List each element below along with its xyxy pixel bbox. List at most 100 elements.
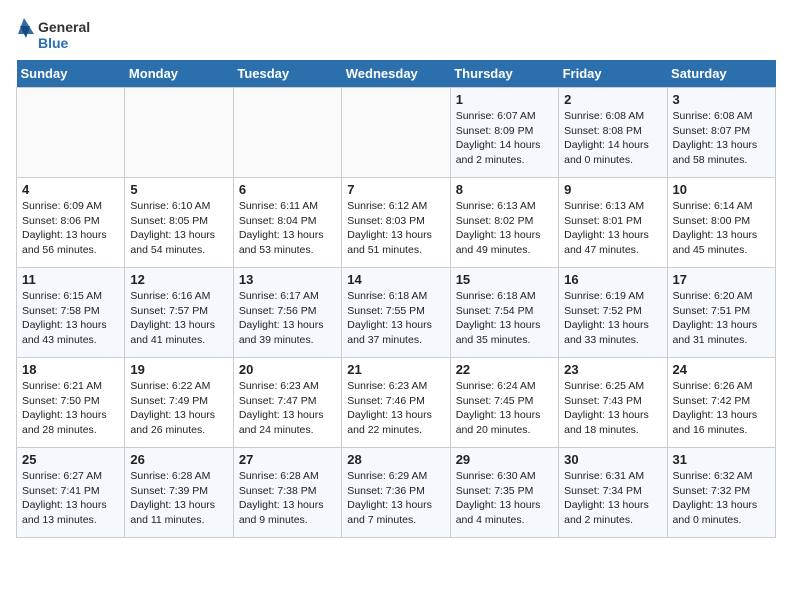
calendar-week-3: 11Sunrise: 6:15 AMSunset: 7:58 PMDayligh… [17, 268, 776, 358]
day-number: 26 [130, 452, 227, 467]
cell-line: Sunrise: 6:08 AM [673, 110, 753, 122]
day-number: 13 [239, 272, 336, 287]
cell-content: Sunrise: 6:16 AMSunset: 7:57 PMDaylight:… [130, 289, 227, 348]
cell-line: Daylight: 13 hours [130, 229, 215, 241]
calendar-cell: 8Sunrise: 6:13 AMSunset: 8:02 PMDaylight… [450, 178, 558, 268]
cell-line: Daylight: 13 hours [239, 319, 324, 331]
cell-line: Daylight: 13 hours [456, 409, 541, 421]
cell-line: Sunset: 7:55 PM [347, 305, 425, 317]
calendar-cell: 1 Sunrise: 6:07 AMSunset: 8:09 PMDaylight… [450, 88, 558, 178]
cell-content: Sunrise: 6:28 AMSunset: 7:39 PMDaylight:… [130, 469, 227, 528]
day-number: 10 [673, 182, 770, 197]
cell-line: Sunrise: 6:22 AM [130, 380, 210, 392]
day-number: 4 [22, 182, 119, 197]
cell-line: Sunrise: 6:18 AM [456, 290, 536, 302]
cell-line: Daylight: 13 hours [564, 229, 649, 241]
calendar-cell: 20Sunrise: 6:23 AMSunset: 7:47 PMDayligh… [233, 358, 341, 448]
calendar-cell [17, 88, 125, 178]
calendar-cell: 5Sunrise: 6:10 AMSunset: 8:05 PMDaylight… [125, 178, 233, 268]
cell-line: and 39 minutes. [239, 334, 314, 346]
calendar-cell: 16Sunrise: 6:19 AMSunset: 7:52 PMDayligh… [559, 268, 667, 358]
cell-line: Daylight: 13 hours [239, 409, 324, 421]
cell-line: Daylight: 13 hours [673, 499, 758, 511]
cell-line: Sunrise: 6:11 AM [239, 200, 318, 212]
cell-line: and 45 minutes. [673, 244, 748, 256]
cell-line: Daylight: 13 hours [22, 319, 107, 331]
cell-line: Sunrise: 6:16 AM [130, 290, 210, 302]
cell-content: Sunrise: 6:15 AMSunset: 7:58 PMDaylight:… [22, 289, 119, 348]
calendar-cell: 30Sunrise: 6:31 AMSunset: 7:34 PMDayligh… [559, 448, 667, 538]
calendar-cell: 2Sunrise: 6:08 AMSunset: 8:08 PMDaylight… [559, 88, 667, 178]
cell-content: Sunrise: 6:31 AMSunset: 7:34 PMDaylight:… [564, 469, 661, 528]
cell-line: Sunrise: 6:14 AM [673, 200, 753, 212]
day-number: 22 [456, 362, 553, 377]
cell-line: Sunset: 8:07 PM [673, 125, 751, 137]
cell-line: Daylight: 13 hours [564, 409, 649, 421]
calendar-cell: 6Sunrise: 6:11 AMSunset: 8:04 PMDaylight… [233, 178, 341, 268]
calendar-cell: 9 Sunrise: 6:13 AMSunset: 8:01 PMDaylight… [559, 178, 667, 268]
calendar-week-1: 1 Sunrise: 6:07 AMSunset: 8:09 PMDaylight… [17, 88, 776, 178]
calendar-cell: 7Sunrise: 6:12 AMSunset: 8:03 PMDaylight… [342, 178, 450, 268]
cell-line: Sunrise: 6:31 AM [564, 470, 644, 482]
calendar-cell: 10 Sunrise: 6:14 AMSunset: 8:00 PMDayligh… [667, 178, 775, 268]
cell-line: Sunrise: 6:13 AM [456, 200, 536, 212]
cell-line: and 53 minutes. [239, 244, 314, 256]
cell-line: Sunrise: 6:09 AM [22, 200, 102, 212]
cell-line: Daylight: 13 hours [22, 409, 107, 421]
cell-content: Sunrise: 6:18 AMSunset: 7:55 PMDaylight:… [347, 289, 444, 348]
day-number: 20 [239, 362, 336, 377]
day-number: 9 [564, 182, 661, 197]
cell-line: Sunset: 8:02 PM [456, 215, 534, 227]
cell-line: Sunrise: 6:18 AM [347, 290, 427, 302]
weekday-header-row: SundayMondayTuesdayWednesdayThursdayFrid… [17, 60, 776, 88]
cell-line: Daylight: 13 hours [673, 229, 758, 241]
cell-content: Sunrise: 6:14 AMSunset: 8:00 PMDaylight:… [673, 199, 770, 258]
day-number: 29 [456, 452, 553, 467]
cell-line: Sunset: 7:39 PM [130, 485, 208, 497]
calendar-body: 1 Sunrise: 6:07 AMSunset: 8:09 PMDaylight… [17, 88, 776, 538]
cell-line: and 2 minutes. [564, 514, 633, 526]
cell-line: Daylight: 13 hours [22, 499, 107, 511]
cell-line: Sunset: 8:04 PM [239, 215, 317, 227]
cell-line: Sunset: 7:43 PM [564, 395, 642, 407]
day-number: 24 [673, 362, 770, 377]
day-number: 1 [456, 92, 553, 107]
cell-line: Sunset: 7:38 PM [239, 485, 317, 497]
cell-line: Daylight: 13 hours [456, 229, 541, 241]
cell-line: Daylight: 13 hours [239, 229, 324, 241]
cell-line: Daylight: 13 hours [130, 409, 215, 421]
cell-content: Sunrise: 6:13 AMSunset: 8:01 PMDaylight:… [564, 199, 661, 258]
calendar-cell: 28Sunrise: 6:29 AMSunset: 7:36 PMDayligh… [342, 448, 450, 538]
cell-line: Sunrise: 6:29 AM [347, 470, 427, 482]
cell-line: Sunset: 7:34 PM [564, 485, 642, 497]
cell-line: and 49 minutes. [456, 244, 531, 256]
calendar-cell: 22Sunrise: 6:24 AMSunset: 7:45 PMDayligh… [450, 358, 558, 448]
cell-line: Sunset: 7:35 PM [456, 485, 534, 497]
calendar-week-5: 25Sunrise: 6:27 AMSunset: 7:41 PMDayligh… [17, 448, 776, 538]
cell-content: Sunrise: 6:12 AMSunset: 8:03 PMDaylight:… [347, 199, 444, 258]
cell-content: Sunrise: 6:20 AMSunset: 7:51 PMDaylight:… [673, 289, 770, 348]
weekday-header-monday: Monday [125, 60, 233, 88]
calendar-cell: 29Sunrise: 6:30 AMSunset: 7:35 PMDayligh… [450, 448, 558, 538]
cell-line: and 0 minutes. [673, 514, 742, 526]
cell-line: Sunset: 8:06 PM [22, 215, 100, 227]
cell-line: Sunrise: 6:30 AM [456, 470, 536, 482]
logo-svg: General Blue [16, 16, 116, 52]
day-number: 14 [347, 272, 444, 287]
cell-line: and 47 minutes. [564, 244, 639, 256]
day-number: 12 [130, 272, 227, 287]
cell-line: Sunrise: 6:32 AM [673, 470, 753, 482]
cell-line: Sunrise: 6:13 AM [564, 200, 644, 212]
cell-line: Sunset: 7:42 PM [673, 395, 751, 407]
cell-content: Sunrise: 6:07 AMSunset: 8:09 PMDaylight:… [456, 109, 553, 168]
cell-content: Sunrise: 6:30 AMSunset: 7:35 PMDaylight:… [456, 469, 553, 528]
calendar-cell: 12 Sunrise: 6:16 AMSunset: 7:57 PMDayligh… [125, 268, 233, 358]
cell-line: Sunset: 7:52 PM [564, 305, 642, 317]
cell-line: Sunset: 8:08 PM [564, 125, 642, 137]
cell-line: Sunrise: 6:23 AM [347, 380, 427, 392]
cell-line: Daylight: 14 hours [564, 139, 649, 151]
calendar-cell: 25Sunrise: 6:27 AMSunset: 7:41 PMDayligh… [17, 448, 125, 538]
cell-content: Sunrise: 6:13 AM Sunset: 8:02 PM Daylight:… [456, 199, 553, 258]
calendar-cell [125, 88, 233, 178]
calendar-cell: 15Sunrise: 6:18 AMSunset: 7:54 PMDayligh… [450, 268, 558, 358]
